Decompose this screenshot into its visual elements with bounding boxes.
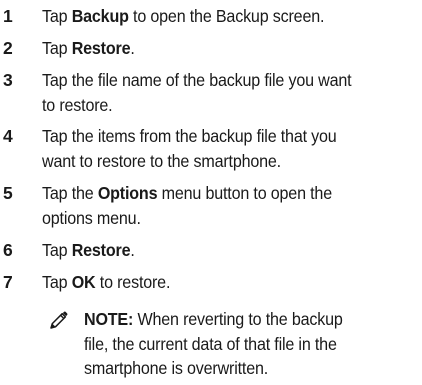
step-emphasis: Restore [71, 240, 131, 260]
instruction-page: 1 Tap Backup to open the Backup screen. … [0, 0, 422, 385]
step-number: 4 [3, 126, 13, 146]
step-number: 2 [3, 38, 13, 58]
step-emphasis: Backup [71, 6, 129, 26]
step-emphasis: OK [71, 272, 96, 292]
step-text: Tap the file name of the backup file you… [42, 70, 352, 115]
step-number: 6 [3, 240, 13, 260]
step-text: Tap the items from the backup file that … [42, 126, 337, 171]
step-emphasis: Options [97, 183, 158, 203]
step-text: Tap Restore. [42, 240, 135, 260]
step-number: 7 [3, 272, 13, 292]
step-text: Tap the Options menu button to open the o… [42, 183, 332, 228]
note-label: NOTE: [84, 309, 134, 329]
step-emphasis: Restore [71, 38, 131, 58]
step-number: 1 [3, 6, 13, 26]
step-text: Tap OK to restore. [42, 272, 171, 292]
step-text: Tap Restore. [42, 38, 135, 58]
step-number: 3 [3, 70, 13, 90]
pencil-note-icon [50, 311, 68, 329]
note-text: NOTE: When reverting to the backup file, … [84, 309, 343, 378]
step-number: 5 [3, 183, 13, 203]
step-text: Tap Backup to open the Backup screen. [42, 6, 325, 26]
